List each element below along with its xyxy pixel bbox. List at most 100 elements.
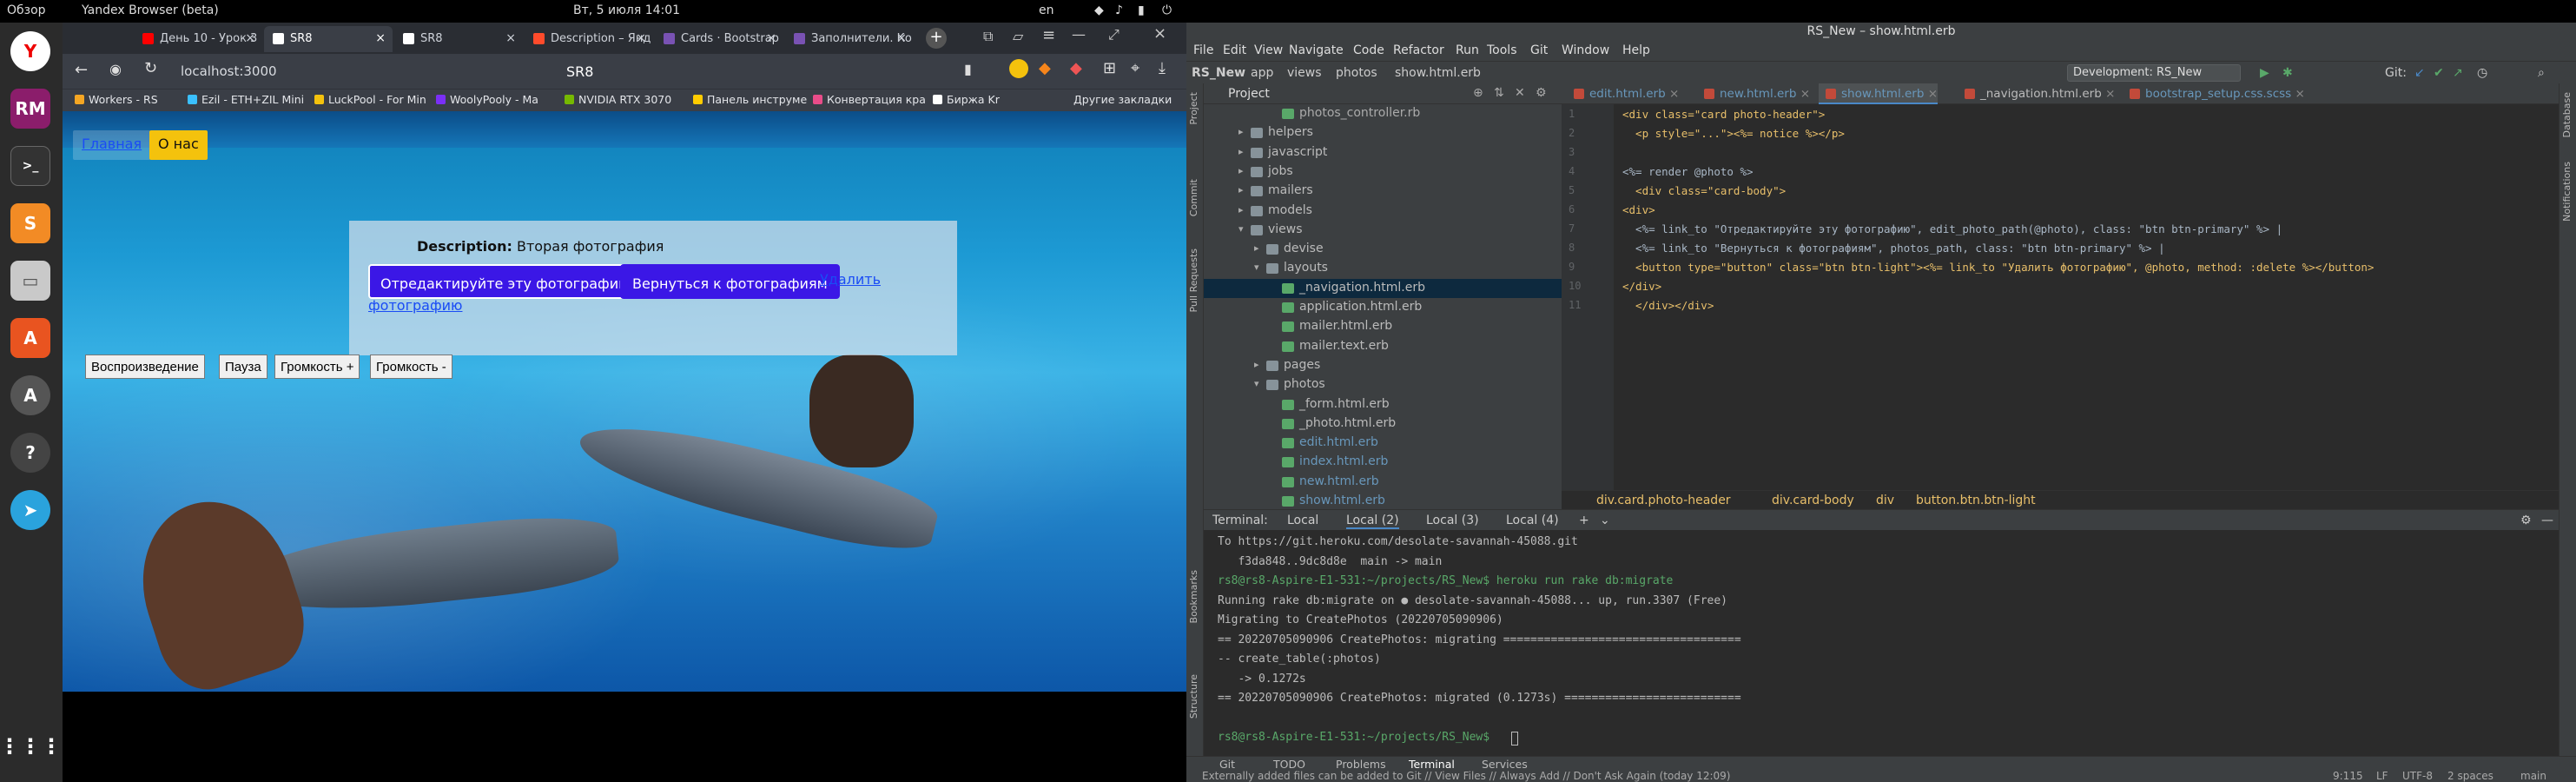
commit-tool-tab[interactable]: Commit: [1188, 179, 1199, 216]
nav-home-link[interactable]: Главная: [73, 130, 151, 160]
terminal-tab[interactable]: Local (3): [1426, 514, 1479, 527]
chevron-right-icon[interactable]: ▸: [1238, 126, 1244, 137]
chevron-down-icon[interactable]: ▾: [1254, 378, 1259, 389]
tree-file[interactable]: _form.html.erb: [1204, 395, 1562, 414]
sublime-text-icon[interactable]: S: [10, 203, 50, 243]
code-line[interactable]: </div>: [1622, 280, 1661, 293]
chevron-right-icon[interactable]: ▸: [1254, 242, 1259, 254]
problems-tool-button[interactable]: Problems: [1336, 758, 1386, 771]
close-icon[interactable]: ×: [1796, 87, 1810, 101]
close-window-icon[interactable]: ×: [1153, 24, 1166, 43]
reload-icon[interactable]: ↻: [144, 59, 157, 77]
url-field[interactable]: localhost:3000: [181, 59, 528, 83]
chevron-down-icon[interactable]: ⌄: [1600, 514, 1610, 527]
battery-icon[interactable]: ▮: [1138, 3, 1145, 17]
delete-photo-link[interactable]: Удалить: [820, 271, 881, 288]
volume-icon[interactable]: ♪: [1115, 3, 1123, 17]
code-crumb[interactable]: button.btn.btn-light: [1916, 494, 2036, 507]
tab-list-icon[interactable]: ⧉: [983, 28, 993, 45]
tree-file[interactable]: edit.html.erb: [1204, 434, 1562, 453]
tree-file[interactable]: _photo.html.erb: [1204, 414, 1562, 434]
breadcrumb-item[interactable]: views: [1287, 66, 1322, 80]
code-line[interactable]: <%= link_to "Вернуться к фотографиям", p…: [1622, 242, 2165, 255]
browser-tab[interactable]: SR8 ×: [394, 26, 523, 52]
close-icon[interactable]: ×: [896, 31, 907, 45]
bookmark-item[interactable]: Ezil - ETH+ZIL Mini: [188, 93, 304, 106]
updates-icon[interactable]: A: [10, 375, 50, 415]
git-commit-icon[interactable]: ✔: [2434, 66, 2444, 80]
browser-tab[interactable]: Description – Янд ×: [525, 26, 653, 52]
editor-tab[interactable]: new.html.erb ×: [1697, 83, 1810, 104]
status-message[interactable]: Externally added files can be added to G…: [1202, 770, 1731, 782]
breadcrumb-item[interactable]: show.html.erb: [1395, 66, 1481, 80]
code-line[interactable]: <%= render @photo %>: [1622, 165, 1754, 178]
project-tool-tab[interactable]: Project: [1188, 92, 1199, 125]
tree-folder[interactable]: ▸ models: [1204, 202, 1562, 221]
bookmark-icon[interactable]: ▮: [964, 61, 972, 77]
chevron-down-icon[interactable]: ▾: [1238, 223, 1244, 235]
chevron-right-icon[interactable]: ▸: [1254, 359, 1259, 370]
terminal-tool-button[interactable]: Terminal: [1409, 758, 1455, 771]
code-line[interactable]: <button type="button" class="btn btn-lig…: [1622, 261, 2374, 274]
tree-folder[interactable]: ▸ devise: [1204, 240, 1562, 259]
git-update-icon[interactable]: ↙: [2414, 66, 2425, 80]
close-icon[interactable]: ×: [2291, 87, 2304, 101]
tree-folder[interactable]: ▸ helpers: [1204, 123, 1562, 142]
editor-tab[interactable]: edit.html.erb ×: [1567, 83, 1679, 104]
profile-icon[interactable]: ◉: [109, 61, 122, 77]
todo-tool-button[interactable]: TODO: [1273, 758, 1305, 771]
close-icon[interactable]: ×: [636, 31, 646, 45]
editor-tab[interactable]: show.html.erb ×: [1819, 83, 1939, 104]
back-icon[interactable]: ←: [75, 61, 88, 79]
chevron-down-icon[interactable]: ▾: [1254, 262, 1259, 273]
menu-edit[interactable]: Edit: [1223, 43, 1246, 57]
editor-tab[interactable]: _navigation.html.erb ×: [1958, 83, 2115, 104]
tree-folder[interactable]: ▾ views: [1204, 221, 1562, 240]
chevron-right-icon[interactable]: ▸: [1238, 184, 1244, 196]
browser-tab[interactable]: День 10 - Урок 3 ×: [134, 26, 262, 52]
terminal-tab[interactable]: Local (4): [1506, 514, 1559, 527]
notifications-tool-tab[interactable]: Notifications: [2561, 162, 2573, 222]
menu-git[interactable]: Git: [1530, 43, 1548, 57]
menu-navigate[interactable]: Navigate: [1289, 43, 1344, 57]
terminal-tab[interactable]: Local (2): [1346, 514, 1399, 529]
extension-icon[interactable]: ◆: [1070, 59, 1082, 77]
metamask-icon[interactable]: ◆: [1039, 59, 1051, 77]
search-icon[interactable]: ⌕: [2538, 66, 2545, 80]
download-icon[interactable]: ⤓: [1159, 59, 1166, 77]
clock[interactable]: Вт, 5 июля 14:01: [573, 3, 680, 17]
tree-folder[interactable]: ▸ jobs: [1204, 162, 1562, 182]
bookmark-item[interactable]: Биржа Kr: [933, 93, 1000, 106]
menu-tools[interactable]: Tools: [1487, 43, 1517, 57]
tree-file[interactable]: application.html.erb: [1204, 298, 1562, 317]
other-bookmarks[interactable]: Другие закладки: [1073, 93, 1172, 106]
bookmark-item[interactable]: LuckPool - For Min: [314, 93, 426, 106]
close-icon[interactable]: ×: [1924, 87, 1938, 101]
chevron-right-icon[interactable]: ▸: [1238, 165, 1244, 176]
history-icon[interactable]: ◷: [2477, 66, 2487, 80]
code-line[interactable]: <div>: [1622, 203, 1655, 216]
volume-up-button[interactable]: Громкость +: [274, 355, 360, 379]
tree-file[interactable]: _navigation.html.erb: [1204, 278, 1562, 298]
tree-folder[interactable]: ▾ layouts: [1204, 259, 1562, 278]
language-indicator[interactable]: en: [1039, 3, 1054, 17]
browser-app-menu[interactable]: Yandex Browser (beta): [82, 3, 219, 17]
terminal-tab[interactable]: Local: [1287, 514, 1318, 527]
menu-view[interactable]: View: [1254, 43, 1283, 57]
edit-photo-button[interactable]: Отредактируйте эту фотографию: [368, 264, 643, 299]
telegram-icon[interactable]: ➤: [10, 490, 50, 530]
tree-file[interactable]: mailer.text.erb: [1204, 337, 1562, 356]
close-icon[interactable]: ×: [766, 31, 776, 45]
bookmark-item[interactable]: NVIDIA RTX 3070: [565, 93, 671, 106]
cursor-position[interactable]: 9:115: [2333, 770, 2363, 782]
extensions-icon[interactable]: ⊞: [1103, 59, 1116, 77]
power-icon[interactable]: ⏻: [1162, 3, 1172, 17]
editor-tab[interactable]: bootstrap_setup.css.scss ×: [2123, 83, 2305, 104]
volume-down-button[interactable]: Громкость -: [370, 355, 452, 379]
bookmark-bar-icon[interactable]: ▱: [1013, 28, 1023, 44]
services-tool-button[interactable]: Services: [1482, 758, 1528, 771]
show-applications-icon[interactable]: ⋮⋮⋮: [0, 726, 62, 766]
breadcrumb-item[interactable]: photos: [1336, 66, 1377, 80]
bookmarks-tool-tab[interactable]: Bookmarks: [1188, 570, 1199, 623]
code-crumb[interactable]: div: [1876, 494, 1894, 507]
